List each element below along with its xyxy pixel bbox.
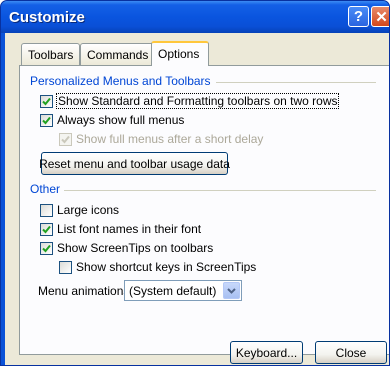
tab-label: Commands	[87, 48, 149, 62]
tab-label: Options	[158, 47, 200, 61]
dialog-client-area: Toolbars Commands Options Personalized M…	[5, 33, 389, 365]
button-label: Reset menu and toolbar usage data	[39, 156, 230, 171]
select-value: (System default)	[129, 283, 217, 298]
checkbox-box[interactable]	[40, 113, 53, 127]
checkbox-label: Show ScreenTips on toolbars	[57, 241, 214, 255]
checkbox-label: Show full menus after a short delay	[76, 132, 264, 146]
checkmark-icon	[42, 244, 51, 252]
tab-commands[interactable]: Commands	[80, 43, 156, 65]
close-icon: ✕	[375, 8, 388, 26]
checkbox-box[interactable]	[40, 241, 53, 255]
help-icon: ?	[353, 8, 364, 25]
checkbox-screentips[interactable]: Show ScreenTips on toolbars	[40, 241, 213, 255]
checkbox-label: Always show full menus	[57, 113, 185, 127]
button-label: Close	[335, 345, 367, 360]
checkbox-two-rows[interactable]: Show Standard and Formatting toolbars on…	[40, 93, 340, 109]
section-divider	[64, 190, 376, 191]
keyboard-button[interactable]: Keyboard...	[230, 341, 303, 364]
checkmark-icon	[42, 116, 51, 124]
checkmark-icon	[61, 135, 70, 143]
title-bar[interactable]: Customize ? ✕	[1, 1, 389, 33]
tab-toolbars[interactable]: Toolbars	[21, 43, 81, 65]
checkmark-icon	[42, 225, 51, 233]
reset-usage-button[interactable]: Reset menu and toolbar usage data	[39, 152, 230, 175]
checkbox-label: Show Standard and Formatting toolbars on…	[55, 93, 340, 109]
checkbox-box[interactable]	[40, 94, 53, 108]
menu-animations-label: Menu animations:	[38, 284, 133, 298]
checkbox-box[interactable]	[40, 222, 53, 236]
checkbox-label: Show shortcut keys in ScreenTips	[76, 260, 257, 274]
tab-options[interactable]: Options	[151, 41, 209, 66]
button-label: Keyboard...	[235, 345, 298, 360]
checkbox-box[interactable]	[40, 203, 53, 217]
title-close-button[interactable]: ✕	[371, 6, 389, 27]
other-heading: Other	[30, 182, 61, 196]
tab-label: Toolbars	[28, 48, 74, 62]
menu-animations-select[interactable]: (System default)	[124, 280, 242, 301]
checkmark-icon	[42, 97, 51, 105]
checkbox-font-names[interactable]: List font names in their font	[40, 222, 201, 236]
checkbox-box	[59, 132, 72, 146]
personalized-heading: Personalized Menus and Toolbars	[30, 74, 211, 88]
checkbox-box[interactable]	[59, 260, 72, 274]
checkbox-large-icons[interactable]: Large icons	[40, 203, 119, 217]
checkbox-label: List font names in their font	[57, 222, 202, 236]
close-button[interactable]: Close	[315, 341, 387, 364]
window-title: Customize	[9, 9, 85, 26]
checkbox-label: Large icons	[57, 203, 120, 217]
help-button[interactable]: ?	[348, 6, 369, 27]
options-panel: Personalized Menus and Toolbars Show Sta…	[19, 65, 389, 355]
customize-dialog: Customize ? ✕ Toolbars Commands Options …	[0, 0, 390, 366]
checkbox-shortcut-keys[interactable]: Show shortcut keys in ScreenTips	[59, 260, 256, 274]
checkbox-short-delay: Show full menus after a short delay	[59, 132, 263, 146]
checkbox-full-menus[interactable]: Always show full menus	[40, 113, 184, 127]
chevron-down-icon[interactable]	[223, 282, 240, 299]
section-divider	[216, 82, 376, 83]
